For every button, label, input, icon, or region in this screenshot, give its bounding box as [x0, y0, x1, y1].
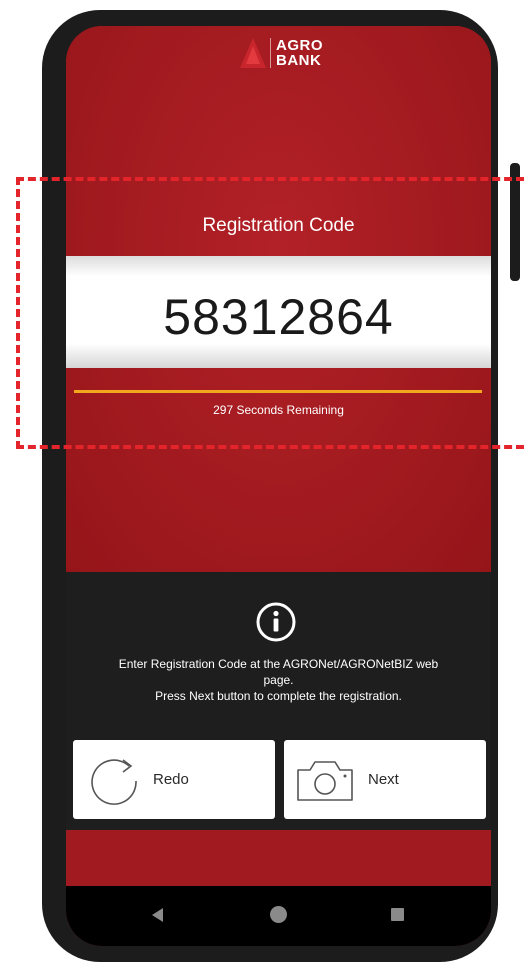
redo-button[interactable]: Redo: [73, 740, 275, 819]
home-circle-icon[interactable]: [270, 906, 287, 923]
volume-up-button: [42, 163, 50, 243]
agrobank-logo-mark: [240, 38, 266, 68]
logo-separator: [270, 38, 271, 68]
footer-red-strip: [66, 830, 491, 886]
volume-down-button: [42, 258, 50, 338]
instructions-panel: Enter Registration Code at the AGRONet/A…: [66, 572, 491, 830]
redo-arrow-icon: [91, 759, 137, 805]
next-button[interactable]: Next: [284, 740, 486, 819]
phone-screen: AGRO BANK Registration Code 58312864 297…: [66, 26, 491, 946]
countdown-progress-bar: [74, 390, 482, 393]
agrobank-logo: AGRO BANK: [240, 34, 350, 74]
logo-wordmark: AGRO BANK: [276, 37, 323, 69]
camera-icon: [297, 761, 353, 801]
countdown-progress-fill: [74, 390, 482, 393]
info-circle-icon: [256, 602, 296, 642]
instructions-line-2: page.: [263, 673, 294, 687]
next-button-label: Next: [368, 771, 399, 788]
seconds-remaining-text: 297 Seconds Remaining: [213, 403, 344, 417]
registration-header-area: AGRO BANK Registration Code 58312864 297…: [66, 26, 491, 572]
android-navigation-bar: [66, 886, 491, 946]
registration-code-value: 58312864: [163, 289, 394, 345]
redo-button-label: Redo: [153, 771, 189, 788]
instructions-text: Enter Registration Code at the AGRONet/A…: [86, 656, 471, 704]
power-button: [510, 163, 520, 281]
registration-code-title: Registration Code: [202, 215, 355, 236]
instructions-line-1: Enter Registration Code at the AGRONet/A…: [118, 657, 439, 671]
instructions-line-3: Press Next button to complete the regist…: [155, 689, 402, 703]
recent-square-icon[interactable]: [391, 908, 404, 921]
back-triangle-icon[interactable]: [152, 908, 163, 922]
